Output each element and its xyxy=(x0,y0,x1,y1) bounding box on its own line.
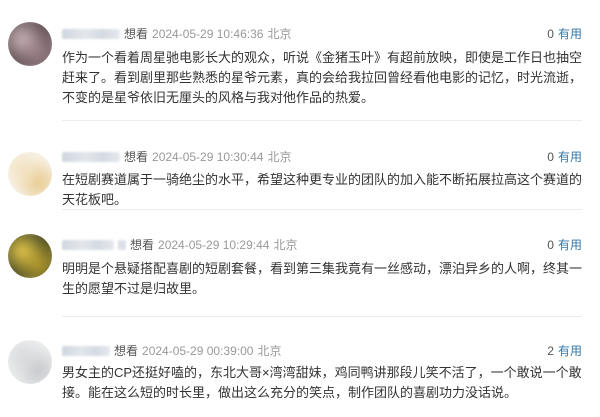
comment-text: 在短剧赛道属于一骑绝尘的水平，希望这种更专业的团队的加入能不断拓展拉高这个赛道的… xyxy=(62,172,583,207)
rating-action: 想看 xyxy=(114,344,139,358)
comment-meta: 想看 2024-05-29 10:29:44 北京 xyxy=(62,237,297,253)
useful-label[interactable]: 有用 xyxy=(558,150,582,164)
divider xyxy=(62,120,582,121)
user-avatar[interactable] xyxy=(8,152,52,196)
divider xyxy=(62,209,582,210)
useful-label[interactable]: 有用 xyxy=(558,27,582,41)
username-masked-tail xyxy=(118,240,126,250)
useful-vote-button[interactable]: 2 有用 xyxy=(547,343,582,359)
avatar-image xyxy=(8,152,52,196)
username[interactable] xyxy=(62,240,114,250)
comment-time: 2024-05-29 10:30:44 xyxy=(152,150,264,164)
comment-meta: 想看 2024-05-29 10:30:44 北京 xyxy=(62,149,291,165)
avatar-image xyxy=(8,340,52,384)
divider xyxy=(62,316,582,317)
comment-meta: 想看 2024-05-29 10:46:36 北京 xyxy=(62,26,291,42)
username[interactable] xyxy=(62,346,110,356)
user-avatar[interactable] xyxy=(8,22,52,66)
rating-action: 想看 xyxy=(124,27,149,41)
useful-count: 0 xyxy=(547,238,554,252)
user-avatar[interactable] xyxy=(8,340,52,384)
useful-vote-button[interactable]: 0 有用 xyxy=(547,149,582,165)
comment-meta: 想看 2024-05-29 00:39:00 北京 xyxy=(62,343,281,359)
comment-location: 北京 xyxy=(267,150,292,164)
comment-text: 明明是个悬疑搭配喜剧的短剧套餐，看到第三集我竟有一丝感动，漂泊异乡的人啊，终其一… xyxy=(62,261,583,296)
useful-count: 0 xyxy=(547,27,554,41)
useful-count: 0 xyxy=(547,150,554,164)
username[interactable] xyxy=(62,152,120,162)
comment-location: 北京 xyxy=(273,238,298,252)
useful-label[interactable]: 有用 xyxy=(558,238,582,252)
useful-count: 2 xyxy=(547,344,554,358)
avatar-image xyxy=(8,22,52,66)
comment-time: 2024-05-29 10:46:36 xyxy=(152,27,264,41)
useful-vote-button[interactable]: 0 有用 xyxy=(547,26,582,42)
avatar-image xyxy=(8,234,52,278)
comment-text: 作为一个看着周星驰电影长大的观众，听说《金猪玉叶》有超前放映，即使是工作日也抽空… xyxy=(62,50,583,105)
comment-location: 北京 xyxy=(257,344,282,358)
rating-action: 想看 xyxy=(124,150,149,164)
comment-time: 2024-05-29 10:29:44 xyxy=(158,238,270,252)
comment-time: 2024-05-29 00:39:00 xyxy=(142,344,254,358)
useful-vote-button[interactable]: 0 有用 xyxy=(547,237,582,253)
comment-list: 想看 2024-05-29 10:46:36 北京 0 有用 作为一个看着周星驰电… xyxy=(0,0,600,417)
username[interactable] xyxy=(62,29,120,39)
comment-text: 男女主的CP还挺好嗑的，东北大哥×湾湾甜妹，鸡同鸭讲那段儿笑不活了，一个敢说一个… xyxy=(62,365,582,400)
rating-action: 想看 xyxy=(130,238,155,252)
useful-label[interactable]: 有用 xyxy=(558,344,582,358)
user-avatar[interactable] xyxy=(8,234,52,278)
comment-location: 北京 xyxy=(267,27,292,41)
